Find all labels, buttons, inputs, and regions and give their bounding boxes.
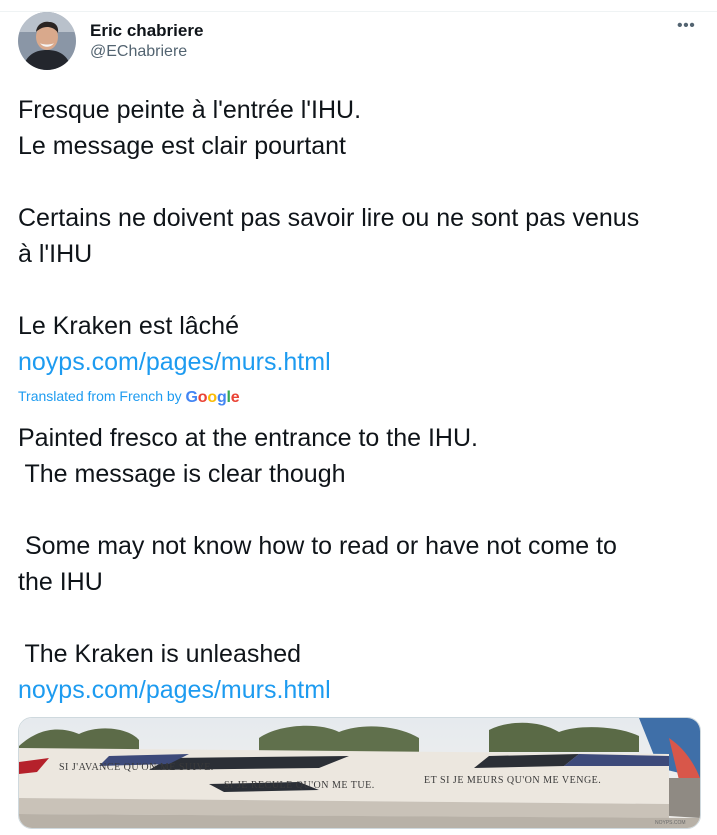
tweet-line: Some may not know how to read or have no…: [18, 532, 617, 560]
tweet-line: The Kraken is unleashed: [18, 640, 302, 668]
tweet-link[interactable]: noyps.com/pages/murs.html: [18, 344, 698, 380]
google-letter: g: [216, 389, 227, 406]
watermark: NOYPS.COM: [655, 820, 686, 826]
fresco-text: ET SI JE MEURS QU'ON ME VENGE.: [424, 775, 601, 786]
avatar[interactable]: [18, 12, 76, 70]
author-name[interactable]: Eric chabriere: [90, 21, 203, 41]
tweet-line: Fresque peinte à l'entrée l'IHU.: [18, 96, 362, 124]
tweet-line: Painted fresco at the entrance to the IH…: [18, 424, 478, 452]
fresco-text: SI JE RECULE QU'ON ME TUE.: [224, 780, 375, 791]
tweet-line: à l'IHU: [18, 240, 93, 268]
more-horizontal-icon[interactable]: •••: [677, 17, 695, 35]
tweet-link[interactable]: noyps.com/pages/murs.html: [18, 672, 698, 708]
timeline-divider: [0, 0, 717, 12]
translation-attribution[interactable]: Translated from French by Google: [18, 388, 240, 407]
tweet-text-translated: Painted fresco at the entrance to the IH…: [18, 420, 698, 708]
tweet-line: Le message est clair pourtant: [18, 132, 346, 160]
tweet-line: Certains ne doivent pas savoir lire ou n…: [18, 204, 640, 232]
google-letter: o: [197, 389, 208, 406]
tweet-line: Le Kraken est lâché: [18, 312, 239, 340]
tweet-media-photo[interactable]: SI J'AVANCE QU'ON ME SUIVE. SI JE RECULE…: [18, 717, 701, 829]
tweet-line: The message is clear though: [18, 460, 346, 488]
fresco-photo: SI J'AVANCE QU'ON ME SUIVE. SI JE RECULE…: [19, 718, 700, 828]
tweet-text-original: Fresque peinte à l'entrée l'IHU. Le mess…: [18, 92, 698, 380]
author-handle[interactable]: @EChabriere: [90, 43, 187, 61]
translation-label: Translated from French by: [18, 388, 182, 404]
tweet-line: the IHU: [18, 568, 103, 596]
fresco-text: SI J'AVANCE QU'ON ME SUIVE.: [59, 762, 214, 773]
google-letter: e: [230, 389, 240, 406]
google-letter: G: [185, 389, 198, 406]
google-logo: Google: [186, 389, 240, 406]
google-letter: o: [207, 389, 217, 406]
